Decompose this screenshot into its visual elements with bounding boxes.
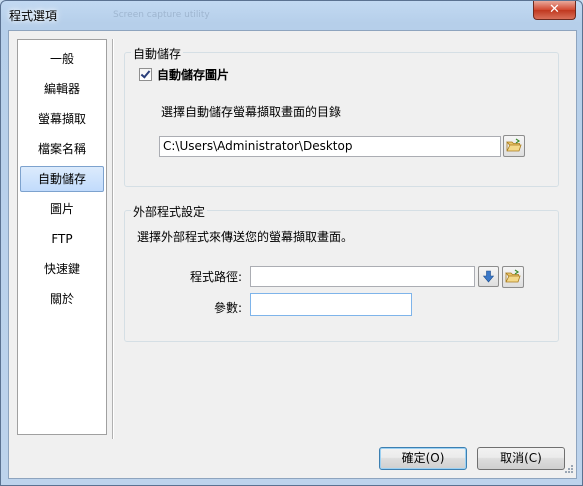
sidebar-item-about[interactable]: 關於 xyxy=(20,286,104,312)
sidebar-item-ftp[interactable]: FTP xyxy=(20,226,104,252)
program-path-browse-button[interactable] xyxy=(502,266,524,288)
options-window: 程式選項 Screen capture utility ✕ 一般 編輯器 螢幕擷… xyxy=(0,0,583,486)
arguments-label: 參數: xyxy=(214,301,243,315)
external-description: 選擇外部程式來傳送您的螢幕擷取畫面。 xyxy=(137,230,354,244)
window-title: 程式選項 xyxy=(9,9,58,23)
close-button[interactable]: ✕ xyxy=(533,1,576,20)
title-bar[interactable]: 程式選項 Screen capture utility ✕ xyxy=(1,1,582,29)
ok-button[interactable]: 確定(O) xyxy=(379,447,467,470)
sidebar-item-autosave[interactable]: 自動儲存 xyxy=(20,166,104,192)
autosave-group-title: 自動儲存 xyxy=(131,45,184,62)
sidebar-item-screen-capture[interactable]: 螢幕擷取 xyxy=(20,106,104,132)
program-path-label: 程式路徑: xyxy=(190,270,243,284)
sidebar-item-image[interactable]: 圖片 xyxy=(20,196,104,222)
sidebar-item-editor[interactable]: 編輯器 xyxy=(20,76,104,102)
autosave-checkbox-row[interactable]: 自動儲存圖片 xyxy=(139,66,229,83)
external-program-group: 外部程式設定 選擇外部程式來傳送您的螢幕擷取畫面。 程式路徑: 參數: xyxy=(124,203,559,342)
sidebar-item-file-name[interactable]: 檔案名稱 xyxy=(20,136,104,162)
autosave-checkbox-label[interactable]: 自動儲存圖片 xyxy=(157,66,229,83)
close-icon: ✕ xyxy=(549,2,560,17)
dialog-client-area: 一般 編輯器 螢幕擷取 檔案名稱 自動儲存 圖片 FTP 快速鍵 關於 自動儲存… xyxy=(8,30,577,479)
folder-open-icon xyxy=(505,269,521,283)
autosave-browse-button[interactable] xyxy=(503,135,525,157)
program-path-dropdown-button[interactable] xyxy=(478,266,499,287)
sidebar-item-hotkeys[interactable]: 快速鍵 xyxy=(20,256,104,282)
sidebar-item-general[interactable]: 一般 xyxy=(20,46,104,72)
cancel-button[interactable]: 取消(C) xyxy=(477,447,565,470)
background-window-title: Screen capture utility xyxy=(113,10,210,20)
folder-open-icon xyxy=(506,138,522,152)
resize-grip-icon[interactable] xyxy=(562,464,574,476)
arguments-field[interactable] xyxy=(250,293,412,316)
down-arrow-icon xyxy=(482,270,495,283)
autosave-checkbox[interactable] xyxy=(139,68,152,81)
autosave-folder-field[interactable]: C:\Users\Administrator\Desktop xyxy=(159,136,501,157)
external-group-title: 外部程式設定 xyxy=(131,203,208,220)
options-sidebar: 一般 編輯器 螢幕擷取 檔案名稱 自動儲存 圖片 FTP 快速鍵 關於 xyxy=(17,39,107,435)
program-path-field[interactable] xyxy=(250,266,475,287)
autosave-group: 自動儲存 自動儲存圖片 選擇自動儲存螢幕擷取畫面的目錄 C:\Users\Adm… xyxy=(124,45,559,187)
folder-prompt: 選擇自動儲存螢幕擷取畫面的目錄 xyxy=(161,105,342,119)
